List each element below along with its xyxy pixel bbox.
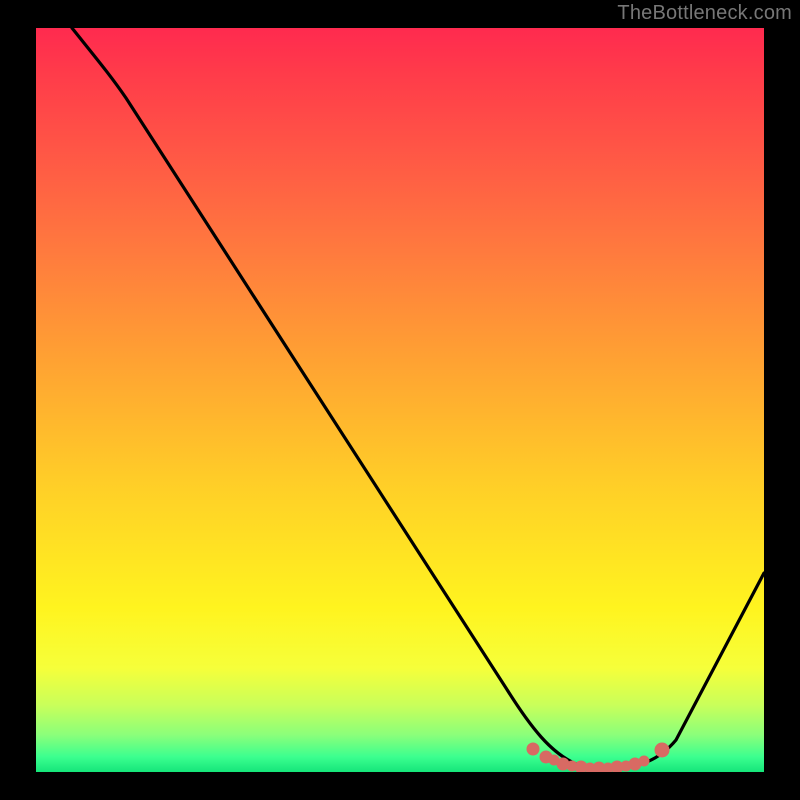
watermark-text: TheBottleneck.com (617, 2, 792, 25)
optimal-region-markers (527, 743, 669, 772)
plot-area (36, 28, 764, 772)
bottleneck-curve-svg (36, 28, 764, 772)
bottleneck-curve-path (72, 28, 764, 769)
chart-frame: TheBottleneck.com (0, 0, 800, 800)
